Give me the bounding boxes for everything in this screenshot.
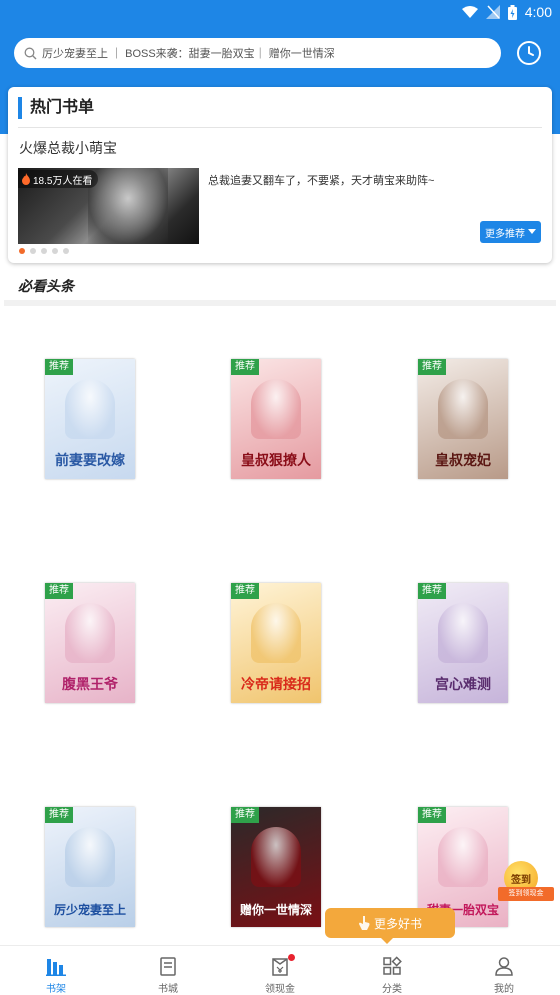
- book-cover[interactable]: 推荐腹黑王爷: [45, 583, 135, 703]
- bookshelf-icon: [46, 959, 66, 976]
- cover-illustration: [251, 379, 301, 439]
- search-input[interactable]: 厉少宠妻至上 ｜ BOSS来袭：甜妻一胎双宝｜ 赠你一世情深: [14, 38, 501, 68]
- featured-video-thumbnail[interactable]: 18.5万人在看: [18, 168, 199, 244]
- recommend-tag: 推荐: [231, 807, 259, 823]
- tab-mine[interactable]: 我的: [448, 946, 560, 995]
- book-cover[interactable]: 推荐前妻要改嫁: [45, 359, 135, 479]
- cover-title: 腹黑王爷: [62, 676, 118, 693]
- cover-title: 皇叔狠撩人: [241, 452, 311, 469]
- hot-booklist-card: 热门书单 火爆总裁小萌宝 18.5万人在看 总裁追妻又翻车了，不要紧，天才萌宝来…: [8, 87, 552, 263]
- status-bar: 4:00: [0, 0, 560, 24]
- cover-title: 宫心难测: [435, 676, 491, 693]
- must-read-title: 必看头条: [18, 278, 74, 294]
- tab-label: 书城: [158, 984, 178, 995]
- battery-icon: [507, 4, 517, 20]
- recommend-tag: 推荐: [231, 583, 259, 599]
- category-icon: [383, 956, 402, 975]
- tab-label: 我的: [494, 984, 514, 995]
- hand-point-icon: [358, 916, 370, 930]
- viewer-count-badge: 18.5万人在看: [18, 170, 99, 188]
- cover-illustration: [251, 827, 301, 887]
- signin-badge[interactable]: 签到 签到领现金: [498, 861, 556, 905]
- cover-title: 皇叔宠妃: [435, 452, 491, 469]
- cover-illustration: [438, 603, 488, 663]
- signin-ribbon: 签到领现金: [498, 887, 554, 901]
- cover-title: 前妻要改嫁: [55, 452, 125, 469]
- recommend-tag: 推荐: [45, 583, 73, 599]
- recommend-tag: 推荐: [231, 359, 259, 375]
- history-clock-button[interactable]: [516, 40, 542, 66]
- status-icons: 4:00: [461, 3, 552, 21]
- more-books-button[interactable]: 更多好书: [325, 908, 455, 944]
- recommend-tag: 推荐: [418, 359, 446, 375]
- signal-off-icon: [485, 5, 500, 19]
- search-icon: [24, 47, 37, 59]
- section-divider: [4, 300, 556, 306]
- hot-booklist-title: 热门书单: [18, 97, 94, 119]
- cover-title: 冷帝请接招: [241, 676, 311, 693]
- cover-illustration: [438, 827, 488, 887]
- cover-title: 赠你一世情深: [239, 902, 312, 917]
- fire-icon: [22, 173, 30, 185]
- wifi-icon: [461, 5, 478, 19]
- carousel-dot[interactable]: [52, 248, 58, 254]
- more-books-label: 更多好书: [373, 916, 422, 931]
- tab-label: 领现金: [265, 984, 295, 995]
- book-cover[interactable]: 推荐厉少宠妻至上: [45, 807, 135, 927]
- book-cover[interactable]: 推荐皇叔狠撩人: [231, 359, 321, 479]
- clock-icon: [517, 41, 541, 65]
- carousel-dot[interactable]: [19, 248, 25, 254]
- tab-bookshelf[interactable]: 书架: [0, 946, 112, 995]
- more-recommend-button[interactable]: 更多推荐: [480, 221, 541, 243]
- divider: [18, 127, 542, 128]
- book-cover[interactable]: 推荐宫心难测: [418, 583, 508, 703]
- cover-illustration: [65, 827, 115, 887]
- bookstore-icon: [160, 957, 176, 976]
- tab-label: 书架: [46, 984, 66, 995]
- cover-illustration: [438, 379, 488, 439]
- cover-title: 厉少宠妻至上: [53, 902, 126, 917]
- carousel-indicator: [19, 248, 69, 254]
- tab-label: 分类: [382, 984, 402, 995]
- tab-bookstore[interactable]: 书城: [112, 946, 224, 995]
- featured-book-description: 总裁追妻又翻车了，不要紧，天才萌宝来助阵~: [208, 175, 435, 187]
- recommend-tag: 推荐: [45, 359, 73, 375]
- viewer-count: 18.5万人在看: [33, 175, 93, 187]
- caret-down-icon: [528, 229, 536, 234]
- search-placeholder: 厉少宠妻至上 ｜ BOSS来袭：甜妻一胎双宝｜ 赠你一世情深: [42, 48, 335, 60]
- status-time: 4:00: [524, 4, 552, 20]
- cover-illustration: [251, 603, 301, 663]
- carousel-dot[interactable]: [30, 248, 36, 254]
- recommend-tag: 推荐: [45, 807, 73, 823]
- tab-cash[interactable]: 领现金: [224, 946, 336, 995]
- recommend-tag: 推荐: [418, 583, 446, 599]
- more-recommend-label: 更多推荐: [485, 228, 525, 240]
- recommend-tag: 推荐: [418, 807, 446, 823]
- tab-category[interactable]: 分类: [336, 946, 448, 995]
- book-cover[interactable]: 推荐皇叔宠妃: [418, 359, 508, 479]
- signin-subtitle: 签到领现金: [508, 890, 544, 897]
- book-cover[interactable]: 推荐赠你一世情深: [231, 807, 321, 927]
- featured-book-name[interactable]: 火爆总裁小萌宝: [19, 138, 117, 158]
- cover-illustration: [65, 603, 115, 663]
- cash-icon: [272, 958, 288, 976]
- cover-illustration: [65, 379, 115, 439]
- carousel-dot[interactable]: [41, 248, 47, 254]
- notification-dot: [288, 954, 295, 961]
- bottom-tab-bar: 书架 书城 领现金 分类 我的: [0, 945, 560, 995]
- signin-title: 签到: [511, 874, 531, 886]
- user-icon: [495, 957, 513, 976]
- carousel-dot[interactable]: [63, 248, 69, 254]
- book-cover[interactable]: 推荐冷帝请接招: [231, 583, 321, 703]
